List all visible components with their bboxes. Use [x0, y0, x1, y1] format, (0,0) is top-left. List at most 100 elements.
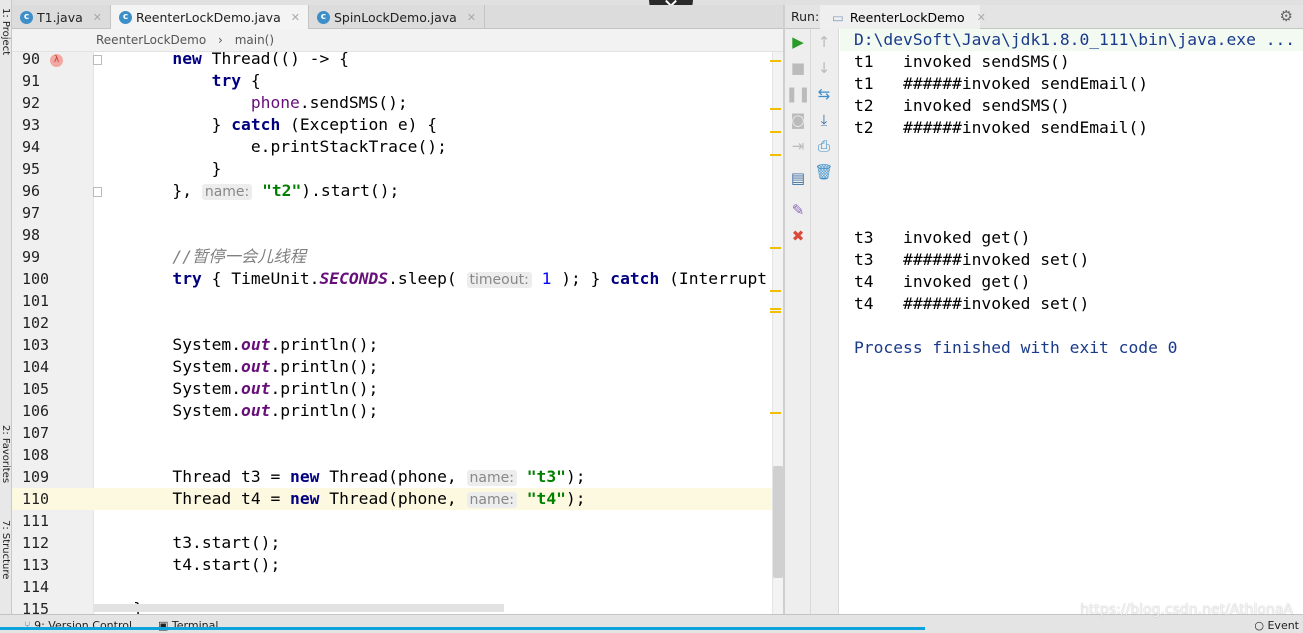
code-text: Thread t4 = new Thread(phone, name: "t4"… — [94, 488, 586, 511]
scrollbar-thumb[interactable] — [773, 466, 783, 578]
line-number: 105 — [22, 380, 50, 398]
code-token: out — [241, 379, 271, 398]
code-line[interactable]: 106 System.out.println(); — [12, 400, 772, 422]
scroll-to-end-icon[interactable]: ⤓ — [811, 111, 837, 129]
code-line[interactable]: 103 System.out.println(); — [12, 334, 772, 356]
watermark: https://blog.csdn.net/AthlonaA — [1080, 602, 1293, 618]
close-icon[interactable]: ✕ — [93, 11, 102, 24]
code-token: SECONDS — [319, 269, 389, 288]
camera-icon[interactable]: ◙ — [785, 111, 811, 129]
tab-spinlockdemo-java[interactable]: c SpinLockDemo.java ✕ — [309, 5, 486, 29]
code-editor[interactable]: 90 new Thread(() -> {91 try {92 phone.se… — [12, 52, 772, 614]
code-line[interactable]: 90 new Thread(() -> { — [12, 52, 772, 70]
rerun-icon[interactable]: ▶ — [785, 33, 811, 51]
code-line[interactable]: 104 System.out.println(); — [12, 356, 772, 378]
close-run-icon[interactable]: ✖ — [785, 227, 811, 245]
project-tool-button[interactable]: 1: Project — [0, 8, 11, 55]
close-icon[interactable]: ✕ — [291, 11, 300, 24]
code-token: new — [172, 52, 202, 68]
code-token: e.printStackTrace(); — [94, 137, 447, 156]
lambda-icon: λ — [50, 54, 63, 67]
run-tab[interactable]: ▭ ReenterLockDemo ✕ — [820, 5, 986, 29]
fold-marker-icon[interactable] — [93, 55, 102, 65]
favorites-tool-button[interactable]: 2: Favorites — [0, 425, 11, 483]
video-progress-bar[interactable] — [0, 627, 925, 630]
console-icon: ▭ — [832, 9, 844, 25]
stop-icon[interactable]: ■ — [785, 59, 811, 77]
code-line[interactable]: 98 — [12, 224, 772, 246]
warning-marker[interactable] — [770, 247, 781, 249]
pause-icon[interactable]: ❚❚ — [785, 85, 811, 103]
code-line[interactable]: 92 phone.sendSMS(); — [12, 92, 772, 114]
code-line[interactable]: 110 Thread t4 = new Thread(phone, name: … — [12, 488, 772, 510]
code-line[interactable]: 109 Thread t3 = new Thread(phone, name: … — [12, 466, 772, 488]
pin-icon[interactable]: ✎ — [785, 201, 811, 219]
warning-marker[interactable] — [770, 154, 781, 156]
exit-icon[interactable]: ⇥ — [785, 137, 811, 155]
line-number: 91 — [22, 72, 41, 90]
line-number: 107 — [22, 424, 50, 442]
line-number: 93 — [22, 116, 41, 134]
tab-t1-java[interactable]: c T1.java ✕ — [12, 5, 111, 29]
code-line[interactable]: 113 t4.start(); — [12, 554, 772, 576]
warning-marker[interactable] — [770, 290, 781, 292]
code-line[interactable]: 107 — [12, 422, 772, 444]
fold-marker-icon[interactable] — [93, 187, 102, 197]
code-line[interactable]: 93 } catch (Exception e) { — [12, 114, 772, 136]
console-line: t1 ######invoked sendEmail() — [854, 74, 1149, 93]
event-log-button[interactable]: ○ Event — [1254, 619, 1299, 632]
warning-marker[interactable] — [770, 131, 781, 133]
code-line[interactable]: 97 — [12, 202, 772, 224]
close-icon[interactable]: ✕ — [467, 11, 476, 24]
tab-reenterlockdemo-java[interactable]: c ReenterLockDemo.java ✕ — [110, 5, 309, 29]
code-text: System.out.println(); — [94, 356, 378, 378]
console-output[interactable]: D:\devSoft\Java\jdk1.8.0_111\bin\java.ex… — [840, 29, 1303, 614]
warning-marker[interactable] — [770, 311, 781, 313]
code-line[interactable]: 112 t3.start(); — [12, 532, 772, 554]
editor-horizontal-scrollbar[interactable] — [94, 604, 504, 612]
terminal-button[interactable]: ▣ Terminal — [158, 619, 218, 632]
code-line[interactable]: 111 — [12, 510, 772, 532]
code-token: System. — [94, 401, 242, 420]
code-line[interactable]: 101 — [12, 290, 772, 312]
code-line[interactable]: 100 try { TimeUnit.SECONDS.sleep( timeou… — [12, 268, 772, 290]
code-token: "t2" — [262, 181, 302, 200]
code-line[interactable]: 105 System.out.println(); — [12, 378, 772, 400]
code-line[interactable]: 91 try { — [12, 70, 772, 92]
line-number: 95 — [22, 160, 41, 178]
up-arrow-icon[interactable]: ↑ — [811, 33, 837, 51]
warning-marker[interactable] — [770, 412, 781, 414]
code-line[interactable]: 99 //暂停一会儿线程 — [12, 246, 772, 268]
breadcrumb-class[interactable]: ReenterLockDemo — [96, 33, 206, 47]
version-control-button[interactable]: ⑂ 9: Version Control — [24, 619, 132, 632]
code-line[interactable]: 96 }, name: "t2").start(); — [12, 180, 772, 202]
print-icon[interactable]: ⎙ — [811, 137, 837, 155]
code-line[interactable]: 95 } — [12, 158, 772, 180]
line-number: 94 — [22, 138, 41, 156]
code-line[interactable]: 94 e.printStackTrace(); — [12, 136, 772, 158]
code-line[interactable]: 114 — [12, 576, 772, 598]
warning-marker[interactable] — [770, 60, 781, 62]
code-token: "t3" — [526, 467, 566, 486]
line-number: 115 — [22, 600, 50, 614]
tab-label: ReenterLockDemo.java — [135, 9, 281, 25]
warning-marker[interactable] — [770, 308, 781, 310]
structure-tool-button[interactable]: 7: Structure — [0, 520, 11, 579]
code-line[interactable]: 102 — [12, 312, 772, 334]
code-text: } — [94, 158, 222, 180]
soft-wrap-icon[interactable]: ⇆ — [811, 85, 837, 103]
code-token: new — [290, 489, 320, 508]
java-class-icon: c — [20, 10, 33, 24]
breadcrumb: ReenterLockDemo › main() — [12, 29, 783, 52]
trash-icon[interactable]: 🗑 — [811, 163, 837, 181]
warning-marker[interactable] — [770, 108, 781, 110]
gear-icon[interactable]: ⚙ — [1280, 7, 1293, 25]
layout-icon[interactable]: ▤ — [785, 169, 811, 187]
code-line[interactable]: 108 — [12, 444, 772, 466]
breadcrumb-method[interactable]: main() — [235, 33, 274, 47]
close-icon[interactable]: ✕ — [977, 11, 986, 24]
down-arrow-icon[interactable]: ↓ — [811, 59, 837, 77]
